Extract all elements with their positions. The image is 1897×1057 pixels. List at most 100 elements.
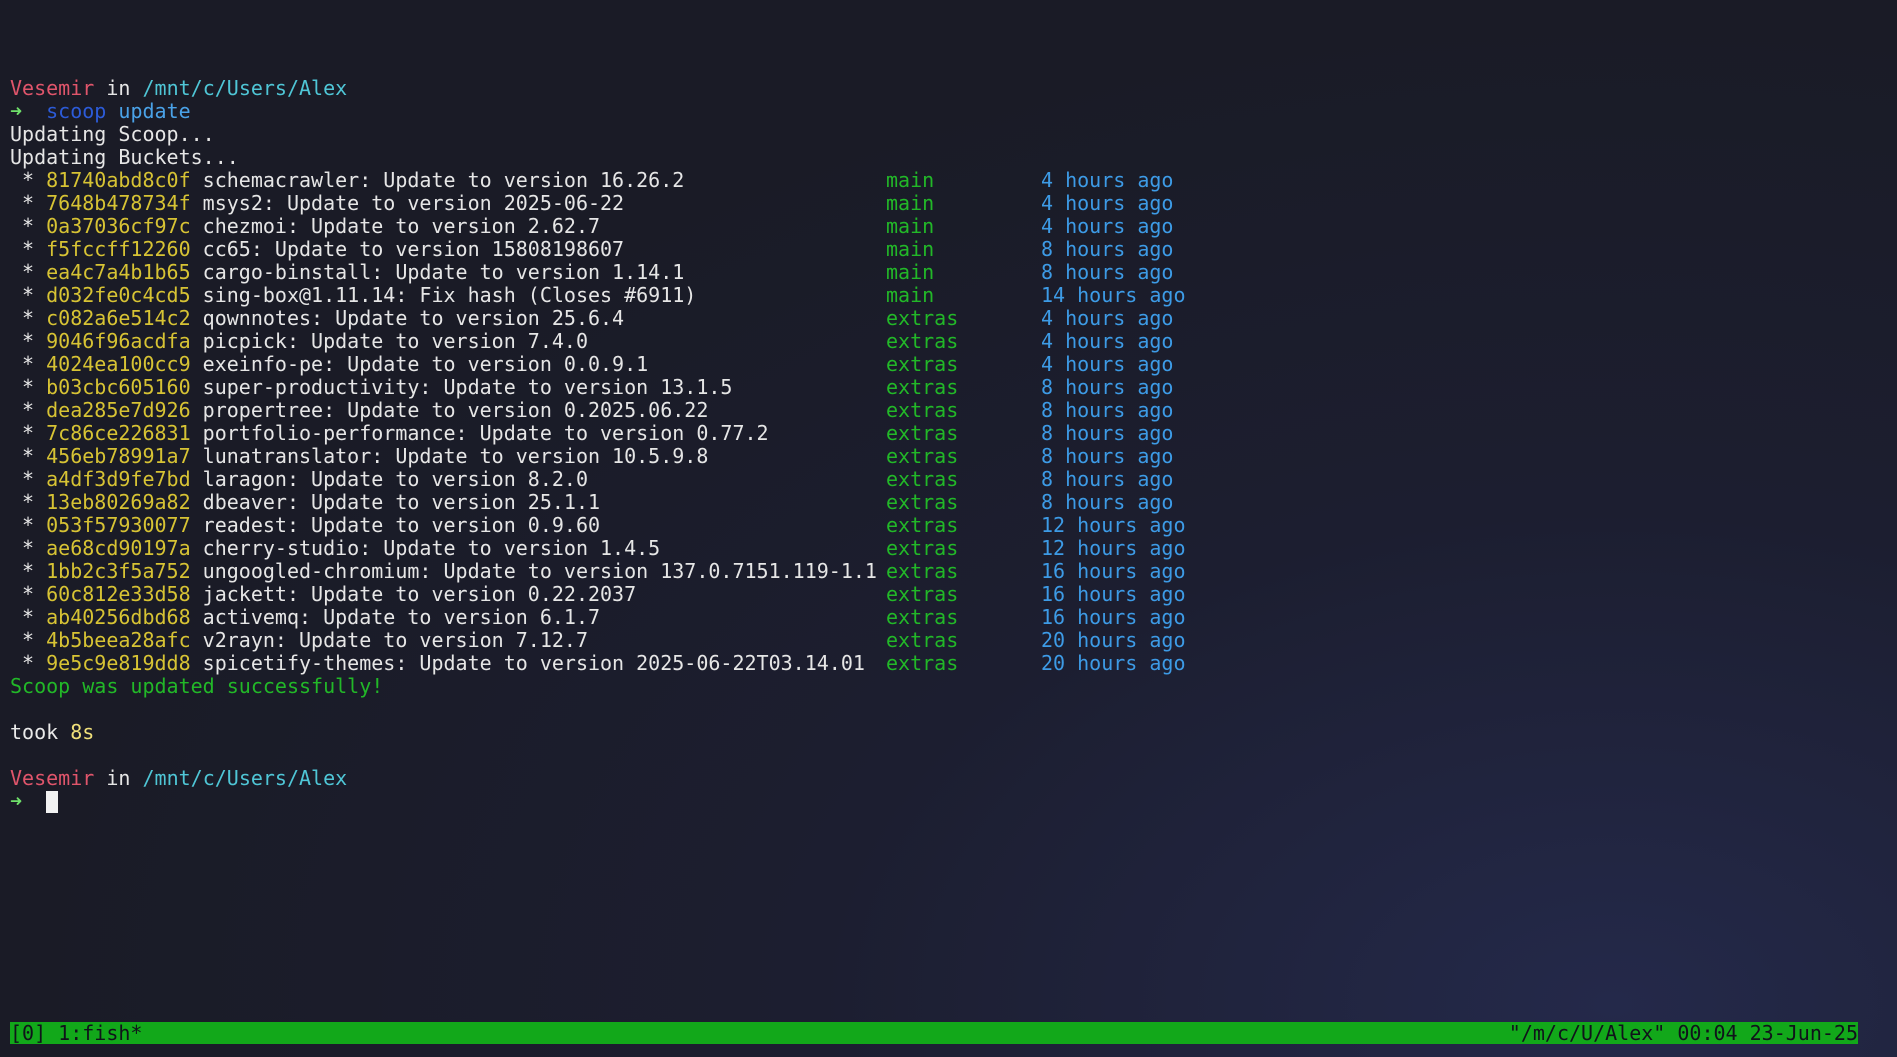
prompt-in: in xyxy=(106,76,131,100)
commit-row: * 1bb2c3f5a752 ungoogled-chromium: Updat… xyxy=(10,560,1887,583)
bullet: * xyxy=(10,513,47,537)
bullet: * xyxy=(10,582,47,606)
bullet: * xyxy=(10,444,47,468)
commit-time: 8 hours ago xyxy=(1041,375,1174,399)
bullet: * xyxy=(10,651,47,675)
commit-bucket: extras xyxy=(886,628,959,652)
prompt-user: Vesemir xyxy=(10,766,95,790)
terminal-window[interactable]: { "prompt": { "user": "Vesemir", "in_wor… xyxy=(0,0,1897,1057)
commit-hash: b03cbc605160 xyxy=(46,375,191,399)
prompt-in: in xyxy=(106,766,131,790)
prompt-line: Vesemir in /mnt/c/Users/Alex xyxy=(10,77,1887,100)
commit-row: * 13eb80269a82 dbeaver: Update to versio… xyxy=(10,491,1887,514)
commit-message: sing-box@1.11.14: Fix hash (Closes #6911… xyxy=(190,283,697,307)
commit-bucket: extras xyxy=(886,444,959,468)
commit-entry: * dea285e7d926 propertree: Update to ver… xyxy=(10,399,708,422)
commit-hash: 13eb80269a82 xyxy=(46,490,191,514)
commit-message: ungoogled-chromium: Update to version 13… xyxy=(190,559,877,583)
commit-row: * 0a37036cf97c chezmoi: Update to versio… xyxy=(10,215,1887,238)
bullet: * xyxy=(10,237,47,261)
command-line: ➜ scoop update xyxy=(10,100,1887,123)
commit-hash: 9e5c9e819dd8 xyxy=(46,651,191,675)
commit-hash: 9046f96acdfa xyxy=(46,329,191,353)
took-label: took xyxy=(10,720,71,744)
commit-message: spicetify-themes: Update to version 2025… xyxy=(190,651,865,675)
commit-row: * a4df3d9fe7bd laragon: Update to versio… xyxy=(10,468,1887,491)
bullet: * xyxy=(10,467,47,491)
commit-row: * dea285e7d926 propertree: Update to ver… xyxy=(10,399,1887,422)
output-updating-buckets: Updating Buckets... xyxy=(10,145,239,169)
bullet: * xyxy=(10,559,47,583)
status-window-list[interactable]: [0] 1:fish* xyxy=(10,1022,142,1044)
commit-entry: * ae68cd90197a cherry-studio: Update to … xyxy=(10,537,660,560)
commit-list: * 81740abd8c0f schemacrawler: Update to … xyxy=(10,169,1887,675)
text-cursor[interactable] xyxy=(46,791,59,813)
commit-message: cherry-studio: Update to version 1.4.5 xyxy=(190,536,661,560)
prompt-path: /mnt/c/Users/Alex xyxy=(142,76,348,100)
commit-bucket: extras xyxy=(886,651,959,675)
commit-bucket: main xyxy=(886,191,935,215)
prompt-arrow-icon: ➜ xyxy=(10,789,23,813)
commit-time: 20 hours ago xyxy=(1041,651,1186,675)
commit-bucket: main xyxy=(886,260,935,284)
bullet: * xyxy=(10,283,47,307)
commit-time: 8 hours ago xyxy=(1041,398,1174,422)
commit-hash: a4df3d9fe7bd xyxy=(46,467,191,491)
commit-time: 4 hours ago xyxy=(1041,329,1174,353)
commit-message: schemacrawler: Update to version 16.26.2 xyxy=(190,168,685,192)
commit-entry: * 7c86ce226831 portfolio-performance: Up… xyxy=(10,422,769,445)
took-duration: 8s xyxy=(70,720,95,744)
commit-row: * ab40256dbd68 activemq: Update to versi… xyxy=(10,606,1887,629)
bullet: * xyxy=(10,352,47,376)
commit-entry: * 053f57930077 readest: Update to versio… xyxy=(10,514,600,537)
commit-hash: 60c812e33d58 xyxy=(46,582,191,606)
commit-time: 20 hours ago xyxy=(1041,628,1186,652)
commit-message: msys2: Update to version 2025-06-22 xyxy=(190,191,625,215)
commit-message: laragon: Update to version 8.2.0 xyxy=(190,467,588,491)
commit-time: 4 hours ago xyxy=(1041,306,1174,330)
commit-message: lunatranslator: Update to version 10.5.9… xyxy=(190,444,709,468)
commit-message: chezmoi: Update to version 2.62.7 xyxy=(190,214,601,238)
took-line: took 8s xyxy=(10,721,1887,744)
commit-time: 4 hours ago xyxy=(1041,168,1174,192)
commit-hash: ae68cd90197a xyxy=(46,536,191,560)
output-updating-scoop: Updating Scoop... xyxy=(10,122,215,146)
commit-row: * 7c86ce226831 portfolio-performance: Up… xyxy=(10,422,1887,445)
commit-row: * ae68cd90197a cherry-studio: Update to … xyxy=(10,537,1887,560)
bullet: * xyxy=(10,536,47,560)
command-name: scoop xyxy=(46,99,107,123)
commit-bucket: extras xyxy=(886,536,959,560)
commit-hash: f5fccff12260 xyxy=(46,237,191,261)
commit-time: 12 hours ago xyxy=(1041,513,1186,537)
tmux-status-bar: [0] 1:fish* "/m/c/U/Alex" 00:04 23-Jun-2… xyxy=(10,1022,1858,1044)
commit-entry: * 9e5c9e819dd8 spicetify-themes: Update … xyxy=(10,652,865,675)
commit-bucket: extras xyxy=(886,352,959,376)
bullet: * xyxy=(10,168,47,192)
input-line[interactable]: ➜ xyxy=(10,790,1887,813)
commit-time: 4 hours ago xyxy=(1041,214,1174,238)
commit-hash: 053f57930077 xyxy=(46,513,191,537)
commit-row: * 7648b478734f msys2: Update to version … xyxy=(10,192,1887,215)
commit-hash: 81740abd8c0f xyxy=(46,168,191,192)
commit-time: 16 hours ago xyxy=(1041,605,1186,629)
bullet: * xyxy=(10,398,47,422)
commit-hash: 7648b478734f xyxy=(46,191,191,215)
commit-bucket: extras xyxy=(886,559,959,583)
commit-entry: * 0a37036cf97c chezmoi: Update to versio… xyxy=(10,215,600,238)
prompt-line: Vesemir in /mnt/c/Users/Alex xyxy=(10,767,1887,790)
commit-hash: 4b5beea28afc xyxy=(46,628,191,652)
commit-hash: 1bb2c3f5a752 xyxy=(46,559,191,583)
bullet: * xyxy=(10,260,47,284)
commit-hash: dea285e7d926 xyxy=(46,398,191,422)
commit-bucket: main xyxy=(886,168,935,192)
commit-message: jackett: Update to version 0.22.2037 xyxy=(190,582,637,606)
commit-hash: c082a6e514c2 xyxy=(46,306,191,330)
commit-row: * 456eb78991a7 lunatranslator: Update to… xyxy=(10,445,1887,468)
commit-bucket: extras xyxy=(886,582,959,606)
bullet: * xyxy=(10,421,47,445)
commit-hash: 4024ea100cc9 xyxy=(46,352,191,376)
commit-entry: * ea4c7a4b1b65 cargo-binstall: Update to… xyxy=(10,261,684,284)
commit-entry: * 1bb2c3f5a752 ungoogled-chromium: Updat… xyxy=(10,560,877,583)
commit-time: 4 hours ago xyxy=(1041,191,1174,215)
